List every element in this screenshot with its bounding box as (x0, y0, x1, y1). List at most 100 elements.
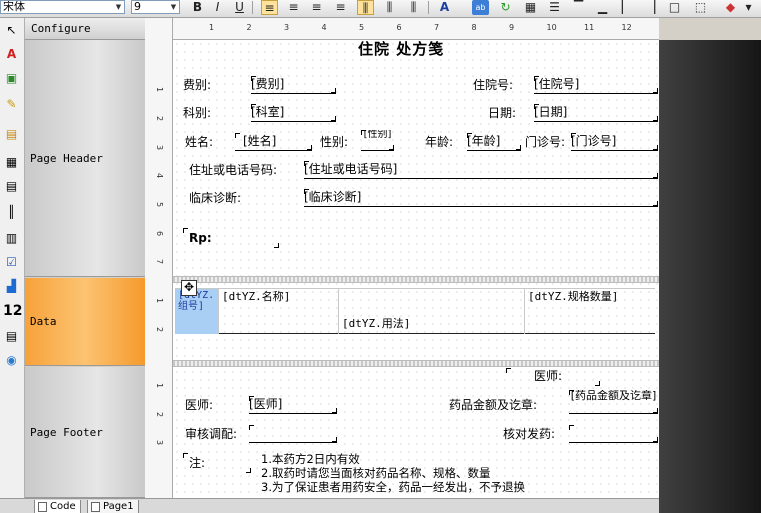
category-field[interactable]: [费别] (251, 76, 336, 94)
italic-button[interactable]: I (209, 0, 226, 15)
valign-top-icon[interactable]: ⫼ (357, 0, 374, 15)
fill-color-icon[interactable]: ◆ (722, 0, 739, 15)
address-label[interactable]: 住址或电话号码: (189, 162, 277, 178)
ruler-number: 1 (209, 23, 215, 32)
address-field[interactable]: [住址或电话号码] (304, 161, 658, 179)
doctor-top-label[interactable]: 医师: (506, 368, 600, 386)
band-label: Data (30, 315, 57, 328)
ruler-number: 2 (155, 326, 165, 333)
name-field[interactable]: [姓名] (235, 133, 312, 151)
note-line: 3.为了保证患者用药安全，药品一经发出，不予退换 (261, 480, 525, 494)
text-tool-icon[interactable]: A (3, 46, 20, 63)
frame-right-icon[interactable]: ▕ (642, 0, 659, 15)
line-style-icon[interactable]: ☰ (546, 0, 563, 15)
valign-bottom-icon[interactable]: ⫼ (405, 0, 422, 15)
border-style-icon[interactable]: ▦ (522, 0, 539, 15)
clinic-no-label[interactable]: 门诊号: (525, 134, 565, 150)
tab-code[interactable]: Code (34, 500, 81, 513)
frame-bottom-icon[interactable]: ▁ (594, 0, 611, 15)
cross-tab-tool-icon[interactable]: ▤ (3, 328, 20, 345)
align-right-icon[interactable]: ≡ (308, 0, 325, 15)
age-field[interactable]: [年龄] (467, 133, 521, 151)
doctor-field[interactable]: [医师] (249, 396, 337, 414)
ruler-number: 10 (546, 23, 557, 32)
diagnosis-field[interactable]: [临床诊断] (304, 189, 658, 207)
med-name-field[interactable]: [dtYZ.名称] (219, 289, 339, 334)
configure-header[interactable]: Configure (25, 18, 145, 40)
sex-field[interactable]: [性别] (361, 130, 394, 151)
ruler-number: 8 (471, 23, 477, 32)
note-label[interactable]: 注: (183, 453, 251, 473)
band-page-header[interactable]: Page Header (25, 40, 145, 277)
number-tool-icon[interactable]: 12 (3, 303, 22, 320)
admission-no-field[interactable]: [住院号] (534, 76, 658, 94)
amount-field[interactable]: [药品金额及讫章] (569, 390, 658, 414)
rp-label[interactable]: Rp: (183, 228, 279, 248)
ruler-number: 1 (155, 382, 165, 389)
refresh-icon[interactable]: ↻ (497, 0, 514, 15)
usage-field[interactable]: [dtYZ.用法] (339, 289, 525, 334)
dept-label[interactable]: 科别: (183, 105, 211, 121)
align-left-icon[interactable]: ≡ (261, 0, 278, 15)
diagnosis-label[interactable]: 临床诊断: (189, 190, 241, 206)
amount-label[interactable]: 药品金额及讫章: (449, 397, 537, 413)
map-tool-icon[interactable]: ◉ (3, 352, 20, 369)
note-line: 2.取药时请您当面核对药品名称、规格、数量 (261, 466, 491, 480)
review-field[interactable] (249, 425, 337, 443)
date-field[interactable]: [日期] (534, 104, 658, 122)
ruler-number: 2 (155, 115, 165, 122)
review-label[interactable]: 审核调配: (185, 426, 237, 442)
text-format-icon[interactable]: ab (472, 0, 489, 15)
band-separator (173, 276, 659, 283)
report-designer-window: 宋体 ▼ 9 ▼ B I U ≡ ≡ ≡ ≡ ⫼ ⫼ ⫼ A ab ↻ ▦ ☰ … (0, 0, 761, 513)
band-page-footer[interactable]: Page Footer (25, 367, 145, 498)
date-label[interactable]: 日期: (488, 105, 516, 121)
workspace-background (659, 40, 761, 513)
zip-tool-icon[interactable]: ▥ (3, 230, 20, 247)
image-tool-icon[interactable]: ▣ (3, 70, 20, 87)
admission-no-label[interactable]: 住院号: (473, 77, 513, 93)
check-field[interactable] (569, 425, 658, 443)
font-size-select[interactable]: 9 ▼ (131, 0, 180, 14)
frame-top-icon[interactable]: ▔ (570, 0, 587, 15)
chart-tool-icon[interactable]: ▟ (3, 278, 20, 295)
table-tool-icon[interactable]: ▦ (3, 154, 20, 171)
richtext-tool-icon[interactable]: ▤ (3, 178, 20, 195)
ruler-number: 12 (621, 23, 632, 32)
clinic-no-field[interactable]: [门诊号] (571, 133, 658, 151)
check-label[interactable]: 核对发药: (503, 426, 555, 442)
ruler-number: 7 (434, 23, 440, 32)
frame-left-icon[interactable]: ▏ (618, 0, 635, 15)
dept-field[interactable]: [科室] (251, 104, 336, 122)
chevron-down-icon: ▼ (115, 3, 122, 11)
tab-label: Page1 (103, 501, 134, 512)
underline-button[interactable]: U (231, 0, 248, 15)
align-justify-icon[interactable]: ≡ (332, 0, 349, 15)
doctor-label[interactable]: 医师: (185, 397, 213, 413)
checkbox-tool-icon[interactable]: ☑ (3, 254, 20, 271)
frame-all-icon[interactable]: □ (666, 0, 683, 15)
barcode-tool-icon[interactable]: ║ (3, 204, 20, 221)
pointer-tool-icon[interactable]: ↖ (3, 22, 20, 39)
note-text[interactable]: 1.本药方2日内有效 2.取药时请您当面核对药品名称、规格、数量 3.为了保证患… (261, 452, 561, 498)
name-label[interactable]: 姓名: (185, 134, 213, 150)
ruler-number: 3 (155, 144, 165, 151)
category-label[interactable]: 费别: (183, 77, 211, 93)
tab-page1[interactable]: Page1 (87, 500, 139, 513)
align-center-icon[interactable]: ≡ (285, 0, 302, 15)
sex-label[interactable]: 性别: (320, 134, 348, 150)
font-color-icon[interactable]: A (436, 0, 453, 15)
spec-qty-field[interactable]: [dtYZ.规格数量] (525, 289, 655, 334)
valign-middle-icon[interactable]: ⫼ (381, 0, 398, 15)
band-separator (173, 360, 659, 367)
report-title[interactable]: 住院 处方笺 (358, 40, 444, 59)
age-label[interactable]: 年龄: (425, 134, 453, 150)
chevron-down-icon[interactable]: ▾ (740, 0, 757, 15)
move-handle-icon[interactable]: ✥ (181, 280, 197, 296)
shape-tool-icon[interactable]: ✎ (3, 96, 20, 113)
subreport-tool-icon[interactable]: ▤ (3, 126, 20, 143)
no-frame-icon[interactable]: ⬚ (692, 0, 709, 15)
bold-button[interactable]: B (189, 0, 206, 15)
band-data[interactable]: Data (25, 278, 145, 366)
font-name-select[interactable]: 宋体 ▼ (0, 0, 125, 14)
